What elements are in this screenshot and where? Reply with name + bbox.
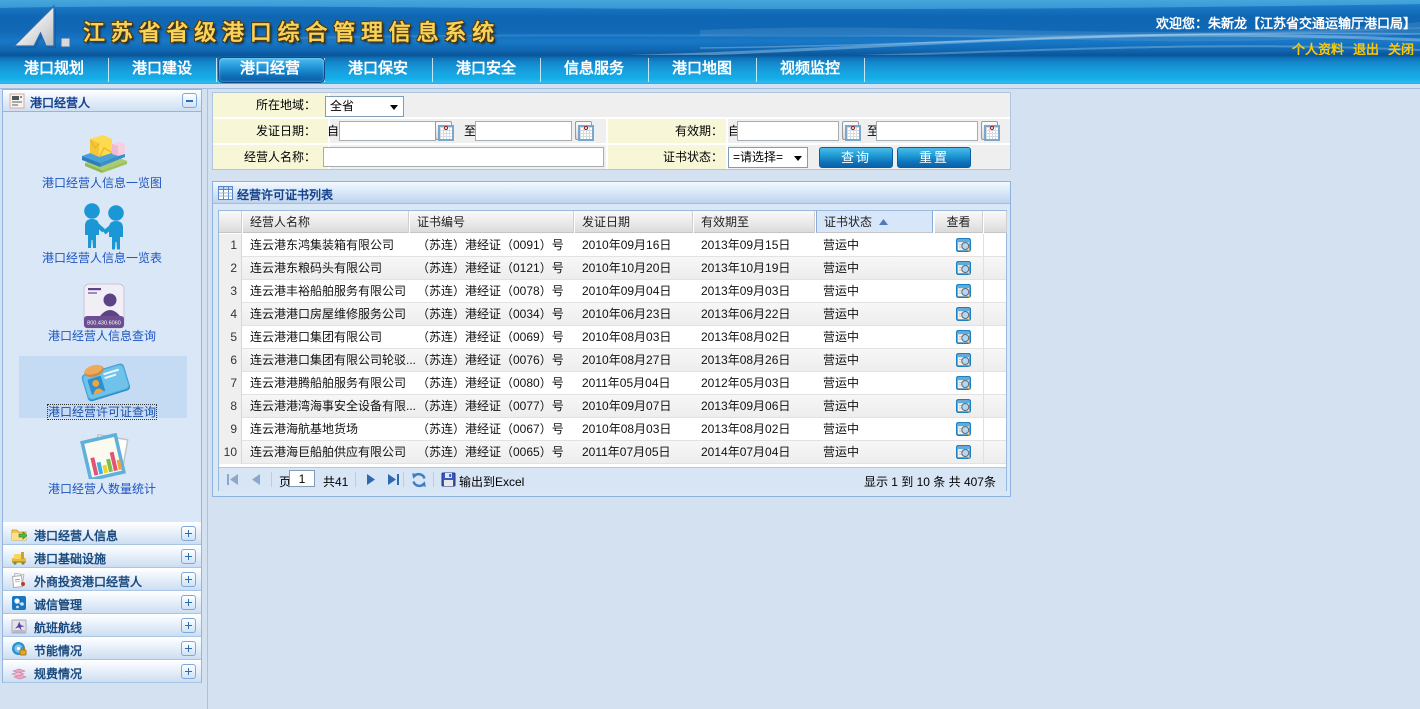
svg-text:800.430.6060: 800.430.6060 <box>87 321 121 327</box>
